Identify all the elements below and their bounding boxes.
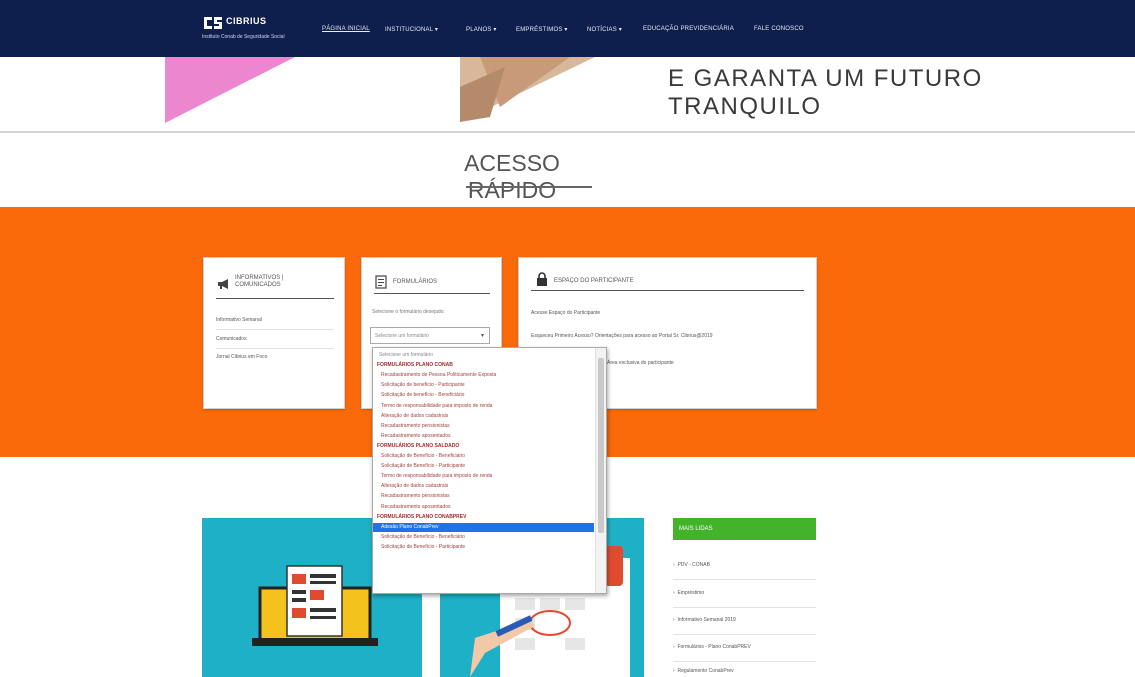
- dropdown-group-header: FORMULÁRIOS PLANO CONAB: [377, 362, 453, 369]
- pink-triangle-decoration: [165, 57, 295, 123]
- mais-lidas-header: MAIS LIDAS: [673, 518, 816, 540]
- dropdown-option[interactable]: Termo de responsabilidade para imposto d…: [373, 402, 594, 411]
- mais-lidas-item-label[interactable]: Regulamento ConabPrev: [677, 668, 733, 674]
- dropdown-option[interactable]: Alteração de dados cadastrais: [373, 482, 594, 491]
- dropdown-option[interactable]: Solicitação de Benefício - Participante: [373, 543, 594, 552]
- nav-pagina-inicial[interactable]: PÁGINA INICIAL: [322, 26, 370, 32]
- dropdown-option[interactable]: Solicitação de benefício - Participante: [373, 381, 594, 390]
- link-informativo-semanal[interactable]: Informativo Semanal: [216, 317, 262, 323]
- card-rule: [374, 293, 490, 294]
- card-informativos: INFORMATIVOS | COMUNICADOS Informativo S…: [203, 257, 345, 409]
- link-comunicados[interactable]: Comunicados: [216, 336, 247, 342]
- mais-lidas-item-label[interactable]: Empréstimo: [677, 590, 704, 596]
- mais-lidas-item-label[interactable]: Formulários - Plano ConabPREV: [677, 644, 750, 650]
- top-navbar: CIBRIUS Instituto Conab de Seguridade So…: [0, 0, 1135, 57]
- form-hint: Selecione o formulário desejado:: [372, 309, 445, 315]
- nav-emprestimos[interactable]: EMPRÉSTIMOS ▾: [516, 26, 568, 33]
- divider: [673, 607, 816, 608]
- divider: [673, 579, 816, 580]
- dropdown-option[interactable]: Adesão Plano ConabPrev: [373, 522, 594, 532]
- card-title: FORMULÁRIOS: [393, 279, 438, 285]
- card-title-line1: INFORMATIVOS |: [235, 275, 284, 281]
- dropdown-group-header: FORMULÁRIOS PLANO SALDADO: [377, 442, 460, 449]
- hero-banner: E GARANTA UM FUTURO TRANQUILO: [0, 57, 1135, 132]
- hero-heading-line1: E GARANTA UM FUTURO: [668, 65, 983, 92]
- form-select[interactable]: Selecione um formulário ▾: [370, 327, 490, 344]
- link-area-exclusiva[interactable]: Área exclusiva do participante: [607, 360, 674, 366]
- dropdown-option[interactable]: Solicitação de Benefício - Beneficiário: [373, 452, 594, 461]
- mais-lidas-item[interactable]: › Informativo Semanal 2019: [673, 617, 816, 623]
- chevron-down-icon: ▾: [480, 333, 484, 339]
- mais-lidas-item[interactable]: › Regulamento ConabPrev: [673, 668, 816, 674]
- brand-subtitle: Instituto Conab de Seguridade Social: [202, 34, 285, 40]
- card-rule: [216, 298, 334, 299]
- mais-lidas-item[interactable]: › PDV - CONAB: [673, 562, 816, 568]
- dropdown-scrollbar[interactable]: [595, 348, 606, 593]
- brand-logo[interactable]: CIBRIUS Instituto Conab de Seguridade So…: [202, 14, 292, 44]
- dropdown-option[interactable]: Recadastramento aposentados: [373, 432, 594, 441]
- divider: [216, 348, 334, 349]
- nav-educacao-previdenciaria[interactable]: EDUCAÇÃO PREVIDENCIÁRIA: [643, 26, 734, 32]
- nav-planos[interactable]: PLANOS ▾: [466, 26, 497, 33]
- divider: [673, 634, 816, 635]
- select-value: Selecione um formulário: [375, 333, 429, 339]
- card-title-line2: COMUNICADOS: [235, 282, 281, 288]
- link-primeiro-acesso[interactable]: Esqueceu Primeiro Acesso? Orientações pa…: [531, 333, 713, 339]
- scrollbar-thumb[interactable]: [598, 358, 604, 533]
- hero-heading-line2: TRANQUILO: [668, 93, 822, 120]
- dropdown-placeholder-option[interactable]: Selecione um formulário: [373, 351, 600, 360]
- divider: [216, 329, 334, 330]
- mais-lidas-item[interactable]: › Formulários - Plano ConabPREV: [673, 644, 816, 650]
- card-title: ESPAÇO DO PARTICIPANTE: [554, 278, 634, 284]
- nav-institucional[interactable]: INSTITUCIONAL ▾: [385, 26, 438, 33]
- divider: [0, 131, 1135, 133]
- lock-icon: [537, 272, 547, 286]
- mais-lidas-item-label[interactable]: PDV - CONAB: [677, 562, 710, 568]
- form-dropdown-list[interactable]: Selecione um formulário FORMULÁRIOS PLANO…: [372, 347, 607, 594]
- link-jornal-cibrius[interactable]: Jornal Cibrius em Foco: [216, 354, 267, 360]
- section-title: ACESSO RÁPIDO: [464, 150, 560, 203]
- title-underline: [466, 186, 592, 188]
- divider: [673, 661, 816, 662]
- card-rule: [531, 290, 804, 291]
- dropdown-option[interactable]: Alteração de dados cadastrais: [373, 412, 594, 421]
- dropdown-option[interactable]: Solicitação de Benefício - Beneficiário: [373, 533, 594, 542]
- megaphone-icon: [218, 279, 228, 289]
- dropdown-option[interactable]: Solicitação de Benefício - Participante: [373, 462, 594, 471]
- dropdown-group-header: FORMULÁRIOS PLANO CONABPREV: [377, 513, 467, 520]
- dropdown-option[interactable]: Solicitação de benefício - Beneficiário: [373, 391, 594, 400]
- dropdown-option[interactable]: Recadastramento de Pessoa Politicamente …: [373, 371, 594, 380]
- dropdown-option[interactable]: Recadastramento pensionistas: [373, 422, 594, 431]
- dropdown-option[interactable]: Recadastramento pensionistas: [373, 492, 594, 501]
- hero-photo-image: [460, 57, 595, 122]
- brand-name: CIBRIUS: [226, 16, 267, 26]
- dropdown-option[interactable]: Recadastramento aposentados: [373, 503, 594, 512]
- form-document-icon: [375, 275, 387, 289]
- dropdown-option[interactable]: Termo de responsabilidade para imposto d…: [373, 472, 594, 481]
- link-acesse-espaco[interactable]: Acesse Espaço do Participante: [531, 310, 600, 316]
- nav-noticias[interactable]: NOTÍCIAS ▾: [587, 26, 622, 33]
- mais-lidas-item[interactable]: › Empréstimo: [673, 590, 816, 596]
- nav-fale-conosco[interactable]: FALE CONOSCO: [754, 26, 804, 32]
- mais-lidas-item-label[interactable]: Informativo Semanal 2019: [677, 617, 735, 623]
- logo-mark-icon: [204, 17, 222, 29]
